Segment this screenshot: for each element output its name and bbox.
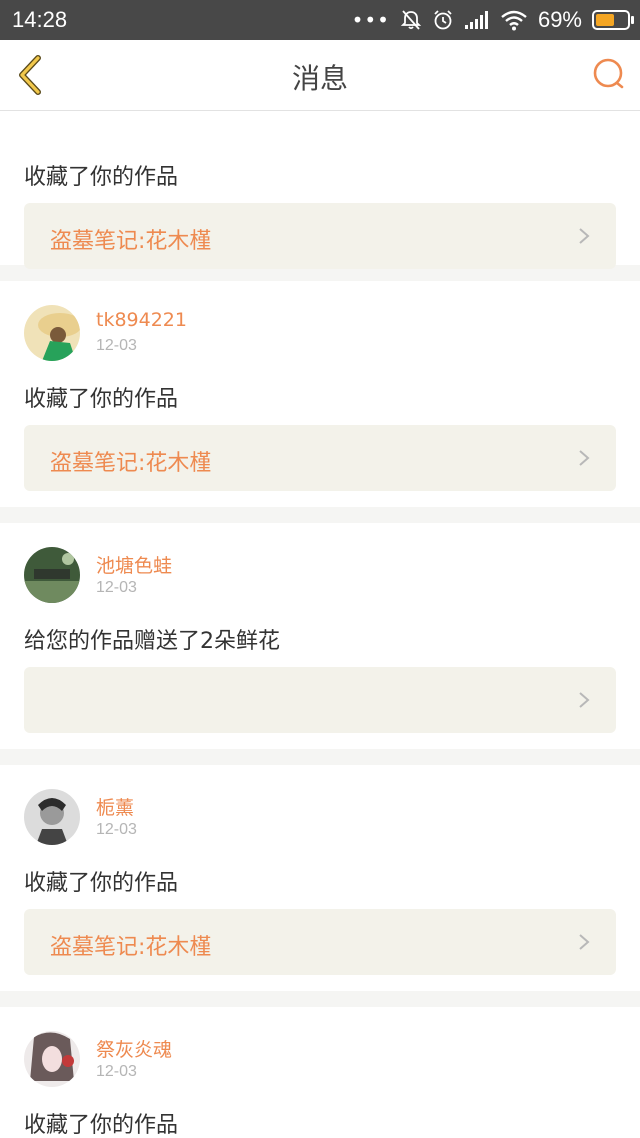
avatar[interactable] — [24, 789, 80, 845]
avatar[interactable] — [24, 305, 80, 361]
search-icon — [593, 58, 624, 89]
message-list[interactable]: 收藏了你的作品 盗墓笔记:花木槿 tk894221 12-03 收藏了你的作品 … — [0, 111, 640, 1138]
battery-level — [596, 14, 614, 26]
page-title: 消息 — [291, 62, 348, 95]
avatar[interactable] — [24, 547, 80, 603]
message-card: 池塘色蛙 12-03 给您的作品赠送了2朵鲜花 — [0, 523, 640, 749]
work-link[interactable] — [24, 667, 616, 733]
message-username[interactable]: 池塘色蛙 — [96, 551, 172, 578]
message-card: tk894221 12-03 收藏了你的作品 盗墓笔记:花木槿 — [0, 281, 640, 507]
work-title: 盗墓笔记:花木槿 — [50, 935, 212, 960]
message-text: 给您的作品赠送了2朵鲜花 — [24, 629, 280, 654]
chevron-right-icon — [579, 934, 590, 950]
message-date: 12-03 — [96, 821, 137, 838]
message-date: 12-03 — [96, 337, 137, 354]
search-button[interactable] — [588, 54, 628, 96]
bell-muted-icon — [400, 10, 422, 30]
message-card: 栀薰 12-03 收藏了你的作品 盗墓笔记:花木槿 — [0, 765, 640, 991]
message-username[interactable]: 祭灰炎魂 — [96, 1035, 172, 1062]
message-card: 祭灰炎魂 12-03 收藏了你的作品 — [0, 1007, 640, 1138]
message-text: 收藏了你的作品 — [24, 1113, 179, 1138]
chevron-right-icon — [579, 450, 590, 466]
work-link[interactable]: 盗墓笔记:花木槿 — [24, 203, 616, 269]
message-username[interactable]: tk894221 — [96, 309, 187, 331]
message-date: 12-03 — [96, 1063, 137, 1080]
message-card: 收藏了你的作品 盗墓笔记:花木槿 — [0, 111, 640, 269]
message-text: 收藏了你的作品 — [24, 387, 179, 412]
nav-bar: 消息 — [0, 40, 640, 111]
battery-percent: 69% — [537, 7, 582, 32]
status-icons: ••• 69% — [351, 7, 634, 33]
chevron-right-icon — [579, 692, 590, 708]
work-title: 盗墓笔记:花木槿 — [50, 229, 212, 254]
work-title: 盗墓笔记:花木槿 — [50, 451, 212, 476]
signal-icon — [464, 11, 488, 29]
more-notifications-icon: ••• — [351, 8, 390, 32]
status-time: 14:28 — [12, 7, 68, 32]
message-date: 12-03 — [96, 579, 137, 596]
work-link[interactable]: 盗墓笔记:花木槿 — [24, 425, 616, 491]
avatar[interactable] — [24, 1031, 80, 1087]
message-text: 收藏了你的作品 — [24, 871, 179, 896]
alarm-icon — [434, 10, 452, 30]
battery-icon — [592, 10, 634, 30]
message-text: 收藏了你的作品 — [24, 165, 179, 190]
chevron-right-icon — [579, 228, 590, 244]
status-bar: 14:28 ••• 69% — [0, 0, 640, 40]
wifi-icon — [501, 10, 527, 31]
message-username[interactable]: 栀薰 — [96, 793, 134, 820]
work-link[interactable]: 盗墓笔记:花木槿 — [24, 909, 616, 975]
